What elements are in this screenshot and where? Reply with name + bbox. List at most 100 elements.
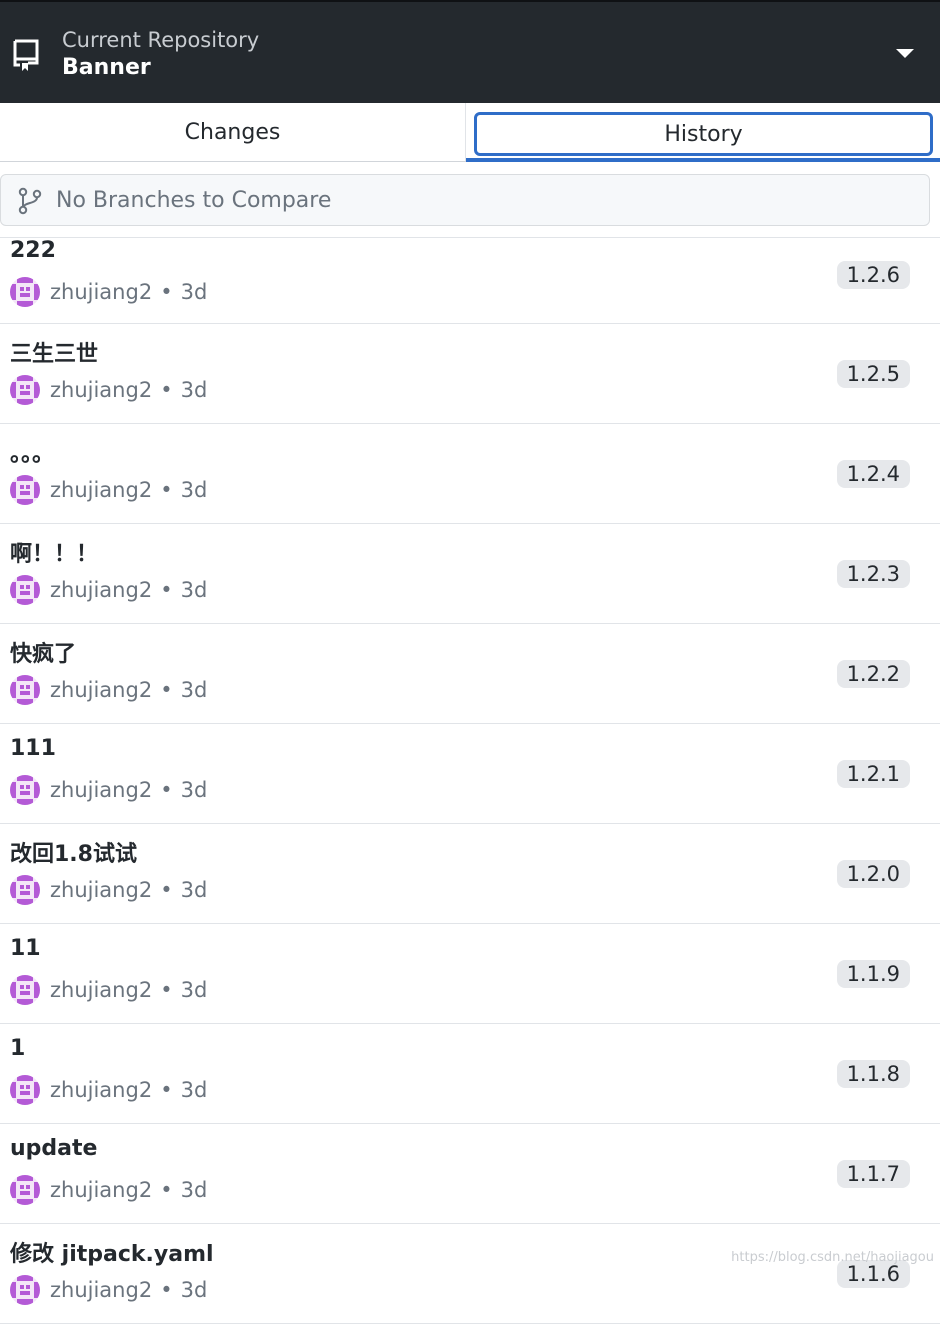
tab-bar: Changes History xyxy=(0,103,940,162)
commit-row[interactable]: 改回1.8试试 zhujiang2 • 3d 1.2.0 xyxy=(0,824,940,924)
commit-author: zhujiang2 xyxy=(50,1278,153,1302)
commit-summary: update xyxy=(10,1136,98,1161)
commit-author: zhujiang2 xyxy=(50,678,153,702)
branch-compare-bar: No Branches to Compare xyxy=(0,162,940,238)
commit-author: zhujiang2 xyxy=(50,1078,153,1102)
commit-author: zhujiang2 xyxy=(50,878,153,902)
commit-time: 3d xyxy=(180,678,208,702)
compare-branch-input[interactable]: No Branches to Compare xyxy=(0,174,930,226)
tag-badge: 1.2.4 xyxy=(836,460,910,488)
separator-dot: • xyxy=(160,1078,173,1102)
tag-badge: 1.2.6 xyxy=(836,261,910,289)
repository-selector[interactable]: Current Repository Banner xyxy=(0,0,940,103)
separator-dot: • xyxy=(160,678,173,702)
compare-placeholder: No Branches to Compare xyxy=(56,188,332,213)
caret-down-icon[interactable] xyxy=(896,49,914,58)
commit-meta: zhujiang2 • 3d xyxy=(10,1275,207,1305)
commit-time: 3d xyxy=(180,1278,208,1302)
separator-dot: • xyxy=(160,280,173,304)
separator-dot: • xyxy=(160,1178,173,1202)
repo-icon xyxy=(13,39,39,71)
avatar xyxy=(10,775,40,805)
avatar xyxy=(10,375,40,405)
commit-time: 3d xyxy=(180,478,208,502)
git-branch-icon xyxy=(18,187,42,215)
commit-author: zhujiang2 xyxy=(50,578,153,602)
commit-meta: zhujiang2 • 3d xyxy=(10,775,207,805)
tag-badge: 1.2.1 xyxy=(836,760,910,788)
commit-time: 3d xyxy=(180,378,208,402)
current-repository-label: Current Repository xyxy=(62,28,260,52)
commit-time: 3d xyxy=(180,978,208,1002)
avatar xyxy=(10,277,40,307)
tag-badge: 1.2.2 xyxy=(836,660,910,688)
commit-summary: 222 xyxy=(10,238,56,263)
commit-author: zhujiang2 xyxy=(50,478,153,502)
commit-row[interactable]: update zhujiang2 • 3d 1.1.7 xyxy=(0,1124,940,1224)
commit-author: zhujiang2 xyxy=(50,280,153,304)
avatar xyxy=(10,675,40,705)
tag-badge: 1.1.9 xyxy=(836,960,910,988)
separator-dot: • xyxy=(160,778,173,802)
commit-meta: zhujiang2 • 3d xyxy=(10,875,207,905)
avatar xyxy=(10,575,40,605)
commit-summary: 。。。 xyxy=(10,442,55,467)
commit-author: zhujiang2 xyxy=(50,1178,153,1202)
avatar xyxy=(10,475,40,505)
commit-author: zhujiang2 xyxy=(50,978,153,1002)
commit-summary: 111 xyxy=(10,736,56,761)
watermark: https://blog.csdn.net/haojiagou xyxy=(731,1250,934,1265)
commit-row[interactable]: 111 zhujiang2 • 3d 1.2.1 xyxy=(0,724,940,824)
commit-row[interactable]: 三生三世 zhujiang2 • 3d 1.2.5 xyxy=(0,324,940,424)
tab-changes[interactable]: Changes xyxy=(0,103,466,161)
separator-dot: • xyxy=(160,378,173,402)
commit-summary: 快疯了 xyxy=(10,642,77,667)
commit-summary: 啊！！！ xyxy=(10,542,99,567)
commit-row[interactable]: 修改 jitpack.yaml zhujiang2 • 3d 1.1.6 xyxy=(0,1224,940,1324)
commit-meta: zhujiang2 • 3d xyxy=(10,575,207,605)
commit-summary: 1 xyxy=(10,1036,26,1061)
commit-summary: 三生三世 xyxy=(10,342,99,367)
commit-row[interactable]: 。。。 zhujiang2 • 3d 1.2.4 xyxy=(0,424,940,524)
avatar xyxy=(10,1275,40,1305)
separator-dot: • xyxy=(160,478,173,502)
avatar xyxy=(10,1175,40,1205)
commit-time: 3d xyxy=(180,280,208,304)
commit-row[interactable]: 222 zhujiang2 • 3d 1.2.6 xyxy=(0,238,940,324)
tag-badge: 1.1.8 xyxy=(836,1060,910,1088)
avatar xyxy=(10,875,40,905)
commit-summary: 11 xyxy=(10,936,41,961)
tag-badge: 1.2.5 xyxy=(836,360,910,388)
commit-meta: zhujiang2 • 3d xyxy=(10,375,207,405)
commit-meta: zhujiang2 • 3d xyxy=(10,975,207,1005)
commit-meta: zhujiang2 • 3d xyxy=(10,1175,207,1205)
commit-meta: zhujiang2 • 3d xyxy=(10,1075,207,1105)
separator-dot: • xyxy=(160,578,173,602)
commit-time: 3d xyxy=(180,878,208,902)
commit-meta: zhujiang2 • 3d xyxy=(10,277,207,307)
commit-row[interactable]: 1 zhujiang2 • 3d 1.1.8 xyxy=(0,1024,940,1124)
separator-dot: • xyxy=(160,978,173,1002)
repository-name: Banner xyxy=(62,55,151,80)
avatar xyxy=(10,975,40,1005)
tab-history[interactable]: History xyxy=(474,112,933,156)
commit-list: 222 zhujiang2 • 3d 1.2.6 三生三世 zhujiang2 … xyxy=(0,238,940,1324)
separator-dot: • xyxy=(160,1278,173,1302)
commit-time: 3d xyxy=(180,578,208,602)
tag-badge: 1.2.0 xyxy=(836,860,910,888)
commit-meta: zhujiang2 • 3d xyxy=(10,675,207,705)
separator-dot: • xyxy=(160,878,173,902)
commit-row[interactable]: 快疯了 zhujiang2 • 3d 1.2.2 xyxy=(0,624,940,724)
tag-badge: 1.2.3 xyxy=(836,560,910,588)
commit-row[interactable]: 啊！！！ zhujiang2 • 3d 1.2.3 xyxy=(0,524,940,624)
commit-time: 3d xyxy=(180,1178,208,1202)
commit-summary: 修改 jitpack.yaml xyxy=(10,1242,214,1267)
commit-meta: zhujiang2 • 3d xyxy=(10,475,207,505)
commit-summary: 改回1.8试试 xyxy=(10,842,137,867)
commit-author: zhujiang2 xyxy=(50,778,153,802)
avatar xyxy=(10,1075,40,1105)
commit-time: 3d xyxy=(180,778,208,802)
tag-badge: 1.1.7 xyxy=(836,1160,910,1188)
commit-time: 3d xyxy=(180,1078,208,1102)
commit-row[interactable]: 11 zhujiang2 • 3d 1.1.9 xyxy=(0,924,940,1024)
